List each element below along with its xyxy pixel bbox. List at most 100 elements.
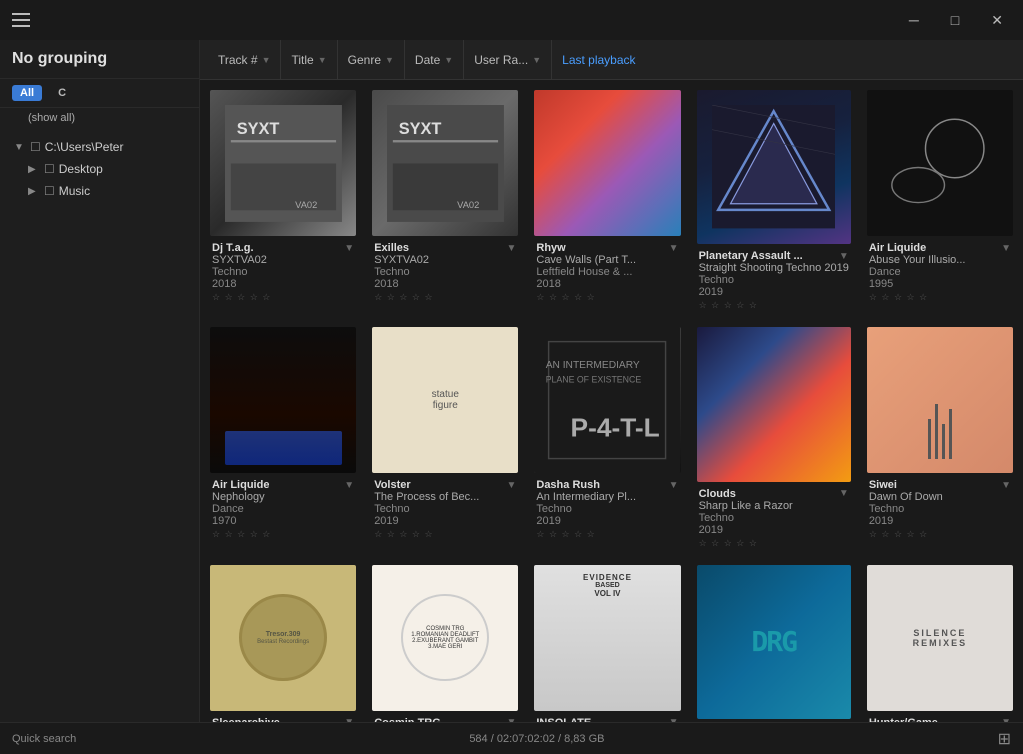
expand-button[interactable]: ▼: [506, 243, 516, 254]
album-title: Cave Walls (Part T...: [536, 254, 678, 266]
expand-button[interactable]: ▼: [669, 243, 679, 254]
album-year: 2019: [374, 515, 516, 527]
album-artist: Planetary Assault ...: [699, 250, 803, 262]
album-card[interactable]: SYXT VA02 Exilles ▼ SYXTVA02 Techno 2018…: [372, 90, 518, 311]
col-genre[interactable]: Genre ▼: [338, 40, 405, 79]
minimize-button[interactable]: ─: [901, 8, 927, 32]
maximize-button[interactable]: □: [943, 8, 967, 32]
album-card[interactable]: Rhyw ▼ Cave Walls (Part T... Leftfield H…: [534, 90, 680, 311]
album-card[interactable]: SYXT VA02 Dj T.a.g. ▼ SYXTVA02 Techno 20…: [210, 90, 356, 311]
album-card[interactable]: Clouds ▼ Sharp Like a Razor Techno 2019 …: [697, 327, 851, 548]
col-title[interactable]: Title ▼: [281, 40, 337, 79]
col-userrating-label: User Ra...: [474, 53, 528, 67]
album-info: Clouds ▼ Sharp Like a Razor Techno 2019 …: [697, 488, 851, 549]
album-card[interactable]: Siwei ▼ Dawn Of Down Techno 2019 ☆ ☆ ☆ ☆…: [867, 327, 1013, 548]
album-art: [534, 90, 680, 236]
album-stars: ☆ ☆ ☆ ☆ ☆: [869, 529, 1011, 540]
title-bar-left: [12, 13, 30, 27]
album-art: SYXT VA02: [210, 90, 356, 236]
filter-icon: ▼: [385, 55, 394, 65]
album-card[interactable]: Planetary Assault ... ▼ Straight Shootin…: [697, 90, 851, 311]
col-date[interactable]: Date ▼: [405, 40, 464, 79]
album-year: 2018: [536, 278, 678, 290]
album-artist: Rhyw: [536, 242, 565, 254]
album-card[interactable]: SILENCEREMIXES Hunter/Game ▼ Silence Rem…: [867, 565, 1013, 723]
album-stars: ☆ ☆ ☆ ☆ ☆: [536, 529, 678, 540]
album-year: 2018: [374, 278, 516, 290]
album-artist: Dj T.a.g.: [212, 242, 254, 254]
filter-c-button[interactable]: C: [50, 85, 74, 101]
expand-button[interactable]: ▼: [1001, 243, 1011, 254]
quick-search-label[interactable]: Quick search: [12, 733, 76, 745]
col-genre-label: Genre: [348, 53, 381, 67]
album-title: An Intermediary Pl...: [536, 491, 678, 503]
expand-button[interactable]: ▼: [506, 480, 516, 491]
close-button[interactable]: ✕: [983, 8, 1011, 33]
checkbox-icon: ☐: [44, 162, 55, 176]
album-info: Air Liquide ▼ Nephology Dance 1970 ☆ ☆ ☆…: [210, 479, 356, 540]
album-year: 1970: [212, 515, 354, 527]
tree-item-desktop[interactable]: ▶ ☐ Desktop: [0, 158, 199, 180]
album-genre: Techno: [536, 503, 678, 515]
album-stars: ☆ ☆ ☆ ☆ ☆: [699, 538, 849, 549]
expand-button[interactable]: ▼: [669, 480, 679, 491]
album-genre: Techno: [374, 266, 516, 278]
album-genre: Techno: [699, 512, 849, 524]
expand-button[interactable]: ▼: [344, 480, 354, 491]
menu-icon[interactable]: [12, 13, 30, 27]
album-art: AN INTERMEDIARY PLANE OF EXISTENCE P-4-T…: [534, 327, 680, 473]
album-art: [867, 327, 1013, 473]
album-card[interactable]: Tresor.309Bestast Recordings Sleeparchiv…: [210, 565, 356, 723]
tree-item-label: C:\Users\Peter: [45, 140, 124, 154]
album-title: SYXTVA02: [374, 254, 516, 266]
album-expand-row: Air Liquide ▼: [212, 479, 354, 491]
filter-all-button[interactable]: All: [12, 85, 42, 101]
chevron-right-icon: ▶: [28, 186, 40, 197]
tree-item-peter[interactable]: ▼ ☐ C:\Users\Peter: [0, 136, 199, 158]
album-expand-row: Siwei ▼: [869, 479, 1011, 491]
main-container: No grouping All C (show all) ▼ ☐ C:\User…: [0, 40, 1023, 722]
album-art: [697, 327, 851, 481]
album-info: Planetary Assault ... ▼ Straight Shootin…: [697, 250, 851, 311]
svg-text:SYXT: SYXT: [399, 120, 442, 138]
album-expand-row: Dj T.a.g. ▼: [212, 242, 354, 254]
album-card[interactable]: statuefigure Volster ▼ The Process of Be…: [372, 327, 518, 548]
col-track[interactable]: Track # ▼: [208, 40, 281, 79]
album-artist: Air Liquide: [869, 242, 926, 254]
album-card[interactable]: Air Liquide ▼ Nephology Dance 1970 ☆ ☆ ☆…: [210, 327, 356, 548]
album-grid: SYXT VA02 Dj T.a.g. ▼ SYXTVA02 Techno 20…: [210, 90, 1013, 722]
col-lastplayback[interactable]: Last playback: [552, 40, 645, 79]
grid-view-button[interactable]: ⊞: [998, 729, 1011, 749]
album-expand-row: Rhyw ▼: [536, 242, 678, 254]
album-art: Tresor.309Bestast Recordings: [210, 565, 356, 711]
status-info: 584 / 02:07:02:02 / 8,83 GB: [469, 733, 604, 745]
file-tree: ▼ ☐ C:\Users\Peter ▶ ☐ Desktop ▶ ☐ Music: [0, 132, 199, 206]
album-card[interactable]: Air Liquide ▼ Abuse Your Illusio... Danc…: [867, 90, 1013, 311]
album-title: SYXTVA02: [212, 254, 354, 266]
svg-text:SYXT: SYXT: [236, 120, 279, 138]
album-expand-row: Air Liquide ▼: [869, 242, 1011, 254]
expand-button[interactable]: ▼: [839, 251, 849, 262]
title-bar-right: ─ □ ✕: [901, 8, 1011, 33]
album-card[interactable]: COSMIN TRG1.ROMANIAN DEADLIFT2.EXUBERANT…: [372, 565, 518, 723]
title-bar: ─ □ ✕: [0, 0, 1023, 40]
album-card[interactable]: AN INTERMEDIARY PLANE OF EXISTENCE P-4-T…: [534, 327, 680, 548]
album-artist: Volster: [374, 479, 410, 491]
album-card[interactable]: EVIDENCEBASEDVOL IV INSOLATE ▼ Evidence …: [534, 565, 680, 723]
status-bar: Quick search 584 / 02:07:02:02 / 8,83 GB…: [0, 722, 1023, 754]
tree-item-music[interactable]: ▶ ☐ Music: [0, 180, 199, 202]
expand-button[interactable]: ▼: [1001, 480, 1011, 491]
album-artist: Siwei: [869, 479, 897, 491]
album-art: DRG: [697, 565, 851, 719]
content-area: Track # ▼ Title ▼ Genre ▼ Date ▼ User Ra…: [200, 40, 1023, 722]
svg-text:AN INTERMEDIARY: AN INTERMEDIARY: [546, 360, 640, 371]
expand-button[interactable]: ▼: [839, 488, 849, 499]
expand-button[interactable]: ▼: [344, 243, 354, 254]
col-userrating[interactable]: User Ra... ▼: [464, 40, 552, 79]
album-stars: ☆ ☆ ☆ ☆ ☆: [699, 300, 849, 311]
svg-text:VA02: VA02: [295, 200, 317, 210]
album-card[interactable]: DRG Developer ▼ Develop... Techno 2019 ☆…: [697, 565, 851, 723]
album-year: 2019: [699, 524, 849, 536]
show-all-link[interactable]: (show all): [0, 108, 199, 132]
album-artist: Exilles: [374, 242, 409, 254]
